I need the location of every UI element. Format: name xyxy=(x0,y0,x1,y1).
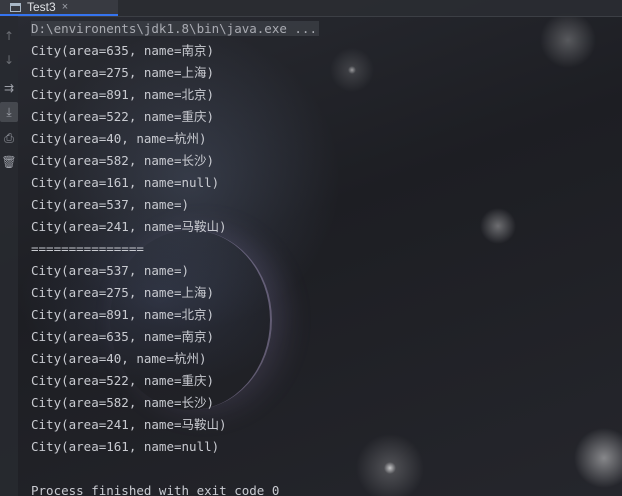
console-line: City(area=537, name=) xyxy=(31,263,190,278)
arrow-up-icon[interactable]: ↑ xyxy=(0,26,18,46)
console-separator: =============== xyxy=(31,241,144,256)
soft-wrap-icon[interactable]: ⇉ xyxy=(0,78,18,98)
console-line: City(area=161, name=null) xyxy=(31,439,220,454)
print-icon[interactable]: ⎙ xyxy=(0,128,18,148)
console-line: City(area=537, name=) xyxy=(31,197,190,212)
console-line: City(area=241, name=马鞍山) xyxy=(31,417,227,432)
console-window-icon xyxy=(10,2,21,12)
console-toolbar: ↑ ↓ ⇉ ⤓ ⎙ 🗑 xyxy=(0,16,18,496)
console-output[interactable]: D:\environents\jdk1.8\bin\java.exe ... C… xyxy=(31,18,616,496)
tab-title: Test3 xyxy=(27,0,56,14)
console-line: City(area=635, name=南京) xyxy=(31,329,215,344)
console-line: City(area=40, name=杭州) xyxy=(31,351,207,366)
console-line: City(area=275, name=上海) xyxy=(31,285,215,300)
command-text: D:\environents\jdk1.8\bin\java.exe ... xyxy=(31,21,319,36)
console-line: City(area=635, name=南京) xyxy=(31,43,215,58)
console-line: City(area=161, name=null) xyxy=(31,175,220,190)
scroll-to-end-icon[interactable]: ⤓ xyxy=(0,102,18,122)
console-line: City(area=275, name=上海) xyxy=(31,65,215,80)
console-line: City(area=40, name=杭州) xyxy=(31,131,207,146)
console-line: City(area=891, name=北京) xyxy=(31,87,215,102)
trash-icon[interactable]: 🗑 xyxy=(0,152,18,172)
tab-test3[interactable]: Test3 × xyxy=(0,0,118,16)
run-tab-bar: Test3 × xyxy=(0,0,622,17)
console-line: City(area=582, name=长沙) xyxy=(31,395,215,410)
console-line: City(area=891, name=北京) xyxy=(31,307,215,322)
console-line: City(area=522, name=重庆) xyxy=(31,109,215,124)
close-icon[interactable]: × xyxy=(62,1,68,13)
console-line: City(area=241, name=马鞍山) xyxy=(31,219,227,234)
console-command-line: D:\environents\jdk1.8\bin\java.exe ... xyxy=(31,18,616,40)
console-line: City(area=522, name=重庆) xyxy=(31,373,215,388)
console-exit-message: Process finished with exit code 0 xyxy=(31,483,280,496)
arrow-down-icon[interactable]: ↓ xyxy=(0,50,18,70)
console-line: City(area=582, name=长沙) xyxy=(31,153,215,168)
